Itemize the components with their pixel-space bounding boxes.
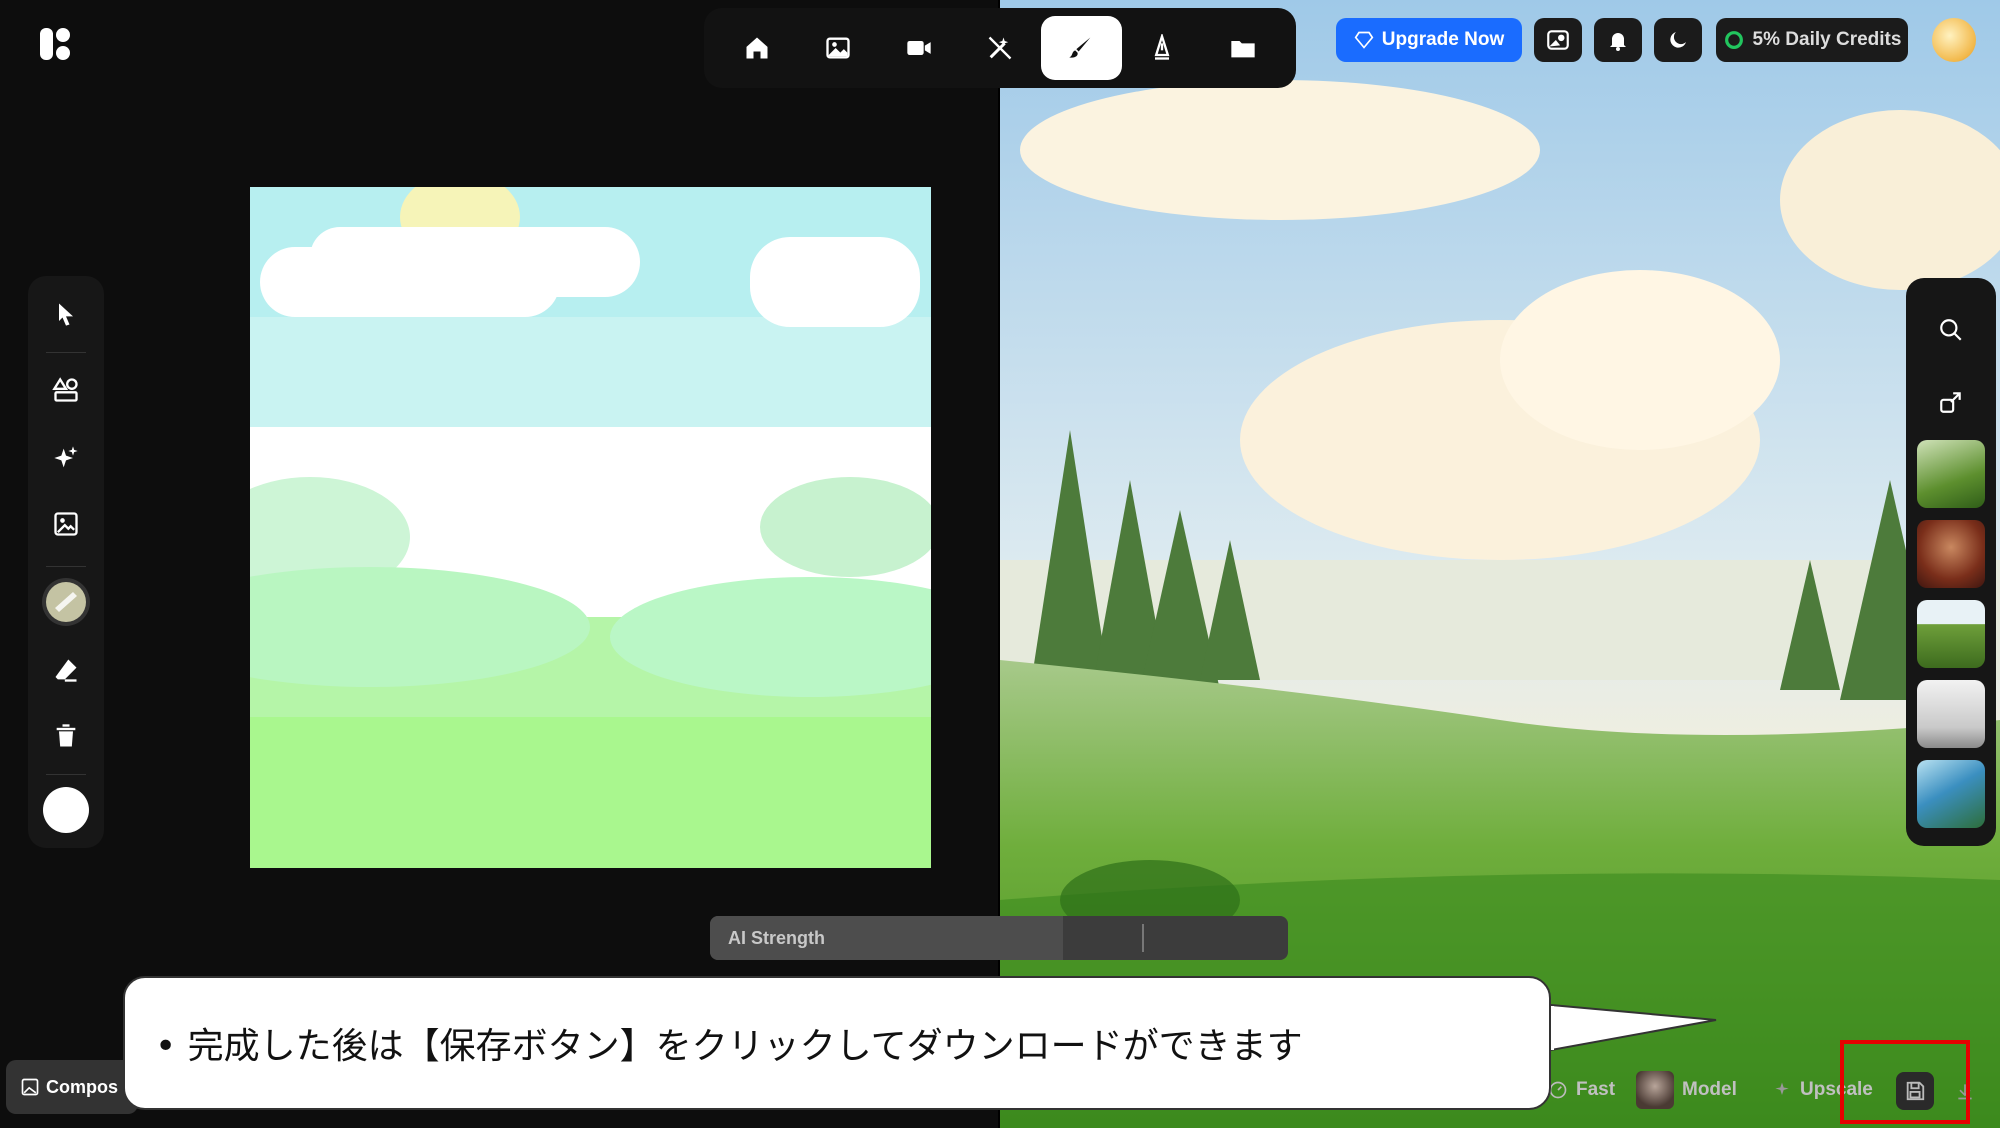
color-swatch-icon [43, 787, 89, 833]
toolbar-divider [46, 566, 86, 567]
ai-strength-slider[interactable]: AI Strength [710, 916, 1288, 960]
shapes-tool-button[interactable] [28, 362, 104, 418]
callout-pointer [1540, 1002, 1717, 1054]
video-camera-icon [907, 41, 931, 55]
image-upload-tool-button[interactable] [28, 496, 104, 552]
shapes-icon [52, 377, 78, 402]
pen-nib-icon [1154, 34, 1170, 60]
nav-magic-button[interactable] [959, 16, 1040, 80]
moon-icon [1670, 32, 1686, 48]
top-mode-nav [704, 8, 1296, 88]
toolbar-divider [46, 774, 86, 775]
compose-label: Compos [46, 1076, 118, 1097]
daily-credits-badge[interactable]: 5% Daily Credits [1716, 18, 1908, 62]
export-icon [1940, 392, 1961, 413]
nav-canvas-button[interactable] [1040, 16, 1122, 80]
share-button[interactable] [1931, 382, 1971, 422]
folder-icon [1231, 41, 1256, 58]
color-picker-button[interactable] [28, 782, 104, 838]
ai-strength-label: AI Strength [728, 928, 825, 948]
nav-video-button[interactable] [878, 16, 959, 80]
history-thumbnail[interactable] [1917, 520, 1985, 588]
app-logo-icon[interactable] [38, 26, 74, 62]
image-icon [21, 1078, 39, 1096]
image-icon [826, 37, 850, 59]
image-icon [54, 512, 78, 536]
history-sidebar [1906, 278, 1996, 846]
trash-icon [56, 724, 76, 747]
zoom-search-button[interactable] [1931, 310, 1971, 350]
history-thumbnail[interactable] [1917, 680, 1985, 748]
credits-ring-icon [1724, 31, 1743, 49]
brush-swatch-icon [42, 578, 90, 626]
notifications-button[interactable] [1594, 18, 1642, 62]
sketch-canvas[interactable] [250, 187, 931, 868]
ai-sparkle-tool-button[interactable] [28, 430, 104, 486]
instruction-callout: • 完成した後は【保存ボタン】をクリックしてダウンロードができます [123, 976, 1551, 1110]
sparkle-icon [54, 446, 78, 468]
home-icon [746, 37, 768, 59]
save-button-highlight [1840, 1040, 1970, 1124]
select-tool-button[interactable] [28, 286, 104, 342]
diamond-icon [1354, 31, 1374, 49]
model-label: Model [1682, 1079, 1737, 1100]
history-thumbnail[interactable] [1917, 440, 1985, 508]
brush-tool-button[interactable] [28, 574, 104, 630]
credits-label: 5% Daily Credits [1752, 29, 1902, 50]
brush-icon [1069, 37, 1091, 58]
ai-strength-handle[interactable] [1142, 924, 1144, 952]
nav-image-button[interactable] [797, 16, 878, 80]
nav-folder-button[interactable] [1203, 16, 1284, 80]
fast-label: Fast [1576, 1079, 1616, 1100]
theme-toggle-button[interactable] [1654, 18, 1702, 62]
gallery-button[interactable] [1534, 18, 1582, 62]
toolbar-divider [46, 352, 86, 353]
fast-mode-button[interactable]: Fast [1548, 1068, 1615, 1112]
bell-icon [1610, 33, 1626, 51]
eraser-icon [55, 659, 77, 682]
model-selector-button[interactable]: Model [1636, 1068, 1737, 1112]
search-icon [1940, 319, 1962, 341]
nav-home-button[interactable] [716, 16, 797, 80]
gallery-icon [1547, 30, 1569, 50]
upgrade-now-button[interactable]: Upgrade Now [1336, 18, 1522, 62]
history-thumbnail[interactable] [1917, 760, 1985, 828]
model-avatar [1636, 1071, 1674, 1109]
callout-text: • 完成した後は【保存ボタン】をクリックしてダウンロードができます [155, 1026, 1303, 1067]
user-avatar[interactable] [1932, 18, 1976, 62]
magic-wand-icon [988, 36, 1012, 60]
compose-button[interactable]: Compos [6, 1060, 138, 1114]
history-thumbnail[interactable] [1917, 600, 1985, 668]
upgrade-label: Upgrade Now [1381, 29, 1505, 50]
upscale-icon [1775, 1082, 1789, 1095]
speed-icon [1549, 1081, 1567, 1099]
drawing-toolbar [28, 276, 104, 848]
clear-canvas-button[interactable] [28, 708, 104, 764]
eraser-tool-button[interactable] [28, 642, 104, 698]
nav-vector-button[interactable] [1122, 16, 1203, 80]
cursor-arrow-icon [59, 303, 73, 326]
